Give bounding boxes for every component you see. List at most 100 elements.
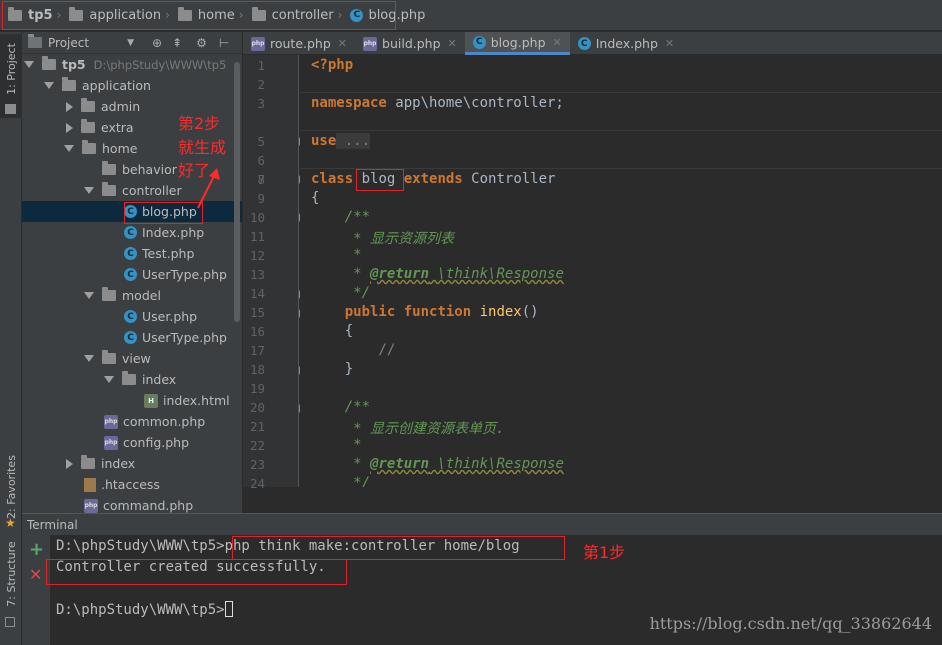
project-tool-label[interactable]: 1: Project [5,29,19,109]
folder-icon [177,6,192,21]
project-scrollbar[interactable] [234,62,240,322]
step1-annotation: 第1步 [583,543,626,562]
tab-blog-php[interactable]: Cblog.php ✕ [464,32,570,55]
tree-item-application[interactable]: application [22,75,242,96]
star-icon: ★ [5,516,16,530]
chevron-right-icon[interactable] [66,458,73,469]
left-tool-strip: 1: Project 2: Favorites ★ 7: Structure [0,32,22,645]
code-line-15: public function index() [311,304,539,320]
step2-annotation-line2: 就生成 [178,138,227,157]
chevron-down-icon[interactable]: ▼ [127,38,134,48]
tree-item-model[interactable]: model [22,285,242,306]
tree-item-command-php[interactable]: php command.php [22,495,242,513]
code-line-12: * [311,247,362,263]
watermark: https://blog.csdn.net/qq_33862644 [649,614,932,633]
breadcrumb-tp5[interactable]: tp5 › [8,6,65,23]
line-number: 22 [249,438,265,453]
code-line-13: * @return \think\Response [311,266,564,282]
breadcrumb-application[interactable]: application › [69,6,174,23]
tree-item-view-index[interactable]: index [22,369,242,390]
line-number: 10 [249,210,265,225]
method-separator [300,92,942,93]
php-class-icon: C [124,268,137,281]
line-number: 11 [249,229,265,244]
project-panel-header: Project ▼ ⊕ ⇞ ⚙ ⊢ [22,32,242,54]
tree-item-tp5[interactable]: tp5 D:\phpStudy\WWW\tp5 [22,54,242,75]
tab-route-php[interactable]: php route.php ✕ [243,32,355,55]
php-class-icon: C [124,205,137,218]
tree-item-index-html[interactable]: Hindex.html [22,390,242,411]
chevron-down-icon[interactable] [84,187,94,194]
breadcrumb-blog-php[interactable]: Cblog.php [350,8,425,23]
line-number: 23 [249,457,265,472]
sync-icon[interactable]: ⊕ [152,36,162,50]
code-editor[interactable]: <?php namespace app\home\controller; use… [300,55,942,487]
navigation-bar: tp5 › application › home › controller › Cblo… [0,0,942,31]
tree-item-index-php[interactable]: C Index.php [22,222,242,243]
tree-item-test-php[interactable]: C Test.php [22,243,242,264]
project-view-selector[interactable]: Project [48,36,89,50]
code-line-24: */ [311,475,371,487]
line-number: 14 [249,286,265,301]
hide-panel-icon[interactable]: ⊢ [219,36,229,50]
collapse-all-icon[interactable]: ⇞ [172,36,182,50]
folder-icon [69,6,84,21]
html-file-icon: H [144,393,158,408]
code-line-17: // [311,342,396,358]
code-line-21: * 显示创建资源表单页. [311,421,505,437]
structure-tool-label[interactable]: 7: Structure [5,529,19,619]
folder-icon [102,350,116,364]
tree-item-model-usertype-php[interactable]: C UserType.php [22,327,242,348]
chevron-down-icon[interactable] [84,292,94,299]
line-number: 20 [249,400,265,415]
line-number: 24 [249,476,265,491]
chevron-down-icon[interactable] [44,82,54,89]
add-icon[interactable]: + [29,539,44,560]
php-file-icon: php [251,36,265,51]
line-number: 6 [257,153,265,168]
tree-item-user-php[interactable]: C User.php [22,306,242,327]
line-number: 12 [249,248,265,263]
breadcrumb-home[interactable]: home › [177,6,248,23]
folder-icon [251,6,266,21]
project-view-icon [28,34,42,48]
php-file-icon: php [363,36,378,51]
close-icon[interactable]: ✕ [338,37,347,50]
chevron-right-icon[interactable] [66,122,73,133]
tree-item-config-php[interactable]: php config.php [22,432,242,453]
method-separator [300,130,942,131]
close-icon[interactable]: ✕ [29,565,42,584]
tree-item-index-folder[interactable]: index [22,453,242,474]
editor-tab-bar: php route.php ✕ php build.php ✕ Cblog.php ✕ C… [243,32,942,55]
php-file-icon: php [84,498,98,513]
chevron-down-icon[interactable] [64,145,74,152]
tree-item-htaccess[interactable]: .htaccess [22,474,242,495]
annotation-arrow [197,168,220,209]
close-icon[interactable]: ✕ [448,37,457,50]
close-icon[interactable]: ✕ [553,36,562,49]
line-number-gutter: 1 2 3 5 6 7 8 9 10 11 12 13 14 15 16 17 … [243,55,299,491]
folder-icon [42,56,56,70]
chevron-down-icon[interactable] [24,61,34,68]
code-line-18: } [311,361,354,377]
chevron-down-icon[interactable] [84,355,94,362]
line-number: 9 [257,191,265,206]
line-number: 13 [249,267,265,282]
code-line-14: */ [311,285,371,301]
folder-icon [122,371,136,385]
line-number: 17 [249,343,265,358]
tab-index-php[interactable]: C Index.php ✕ [570,32,682,55]
chevron-right-icon[interactable] [66,101,73,112]
code-line-1: <?php [311,57,354,73]
gear-icon[interactable]: ⚙ [196,36,207,50]
folder-icon [8,6,22,21]
close-icon[interactable]: ✕ [665,37,674,50]
tab-build-php[interactable]: php build.php ✕ [355,32,465,55]
php-class-icon: C [124,247,137,260]
chevron-down-icon[interactable] [104,376,114,383]
tree-item-common-php[interactable]: php common.php [22,411,242,432]
tree-item-usertype-php[interactable]: C UserType.php [22,264,242,285]
terminal-header: Terminal [22,513,942,535]
tree-item-view[interactable]: view [22,348,242,369]
breadcrumb-controller[interactable]: controller › [251,6,347,23]
